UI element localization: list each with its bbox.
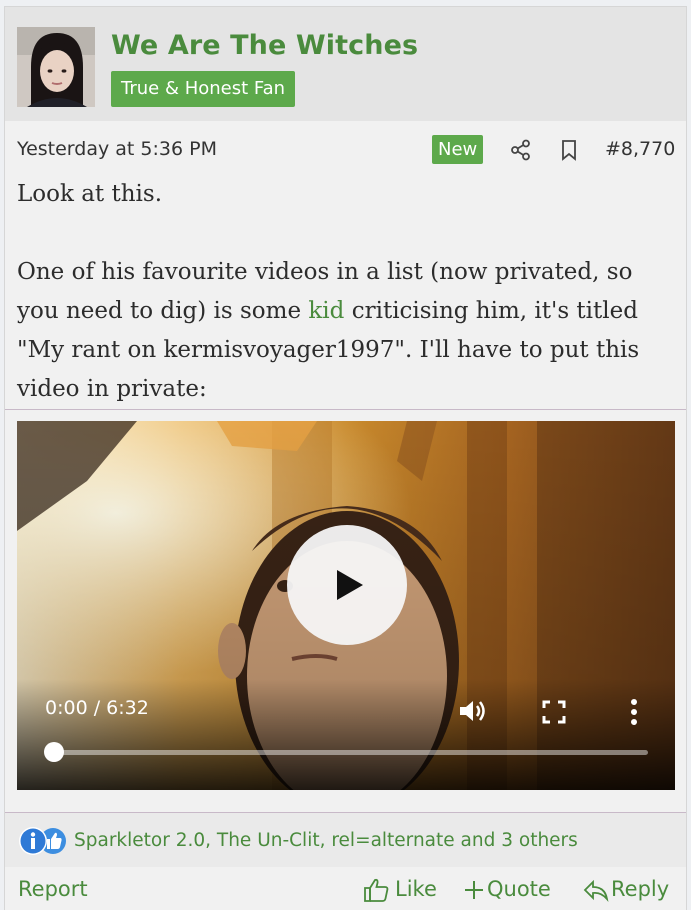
reaction-icons [17, 825, 69, 857]
thumbs-up-icon [364, 878, 389, 902]
progress-bar[interactable] [53, 750, 648, 755]
quote-label: Quote [487, 877, 551, 901]
report-link[interactable]: Report [18, 877, 88, 901]
username-link[interactable]: We Are The Witches [111, 30, 418, 61]
fullscreen-icon[interactable] [541, 699, 567, 725]
video-player[interactable]: 0:00 / 6:32 [17, 421, 675, 790]
new-badge: New [432, 135, 484, 164]
volume-icon[interactable] [458, 697, 490, 725]
like-button[interactable]: Like [363, 875, 443, 905]
quote-button[interactable]: Quote [463, 875, 563, 905]
post-meta: Yesterday at 5:36 PM New #8,770 [5, 121, 686, 177]
post-message: Look at this. One of his favourite video… [17, 175, 677, 409]
reply-icon [583, 879, 609, 903]
divider [5, 409, 686, 410]
avatar[interactable] [17, 27, 95, 107]
progress-handle[interactable] [44, 742, 64, 762]
post-number-link[interactable]: #8,770 [605, 138, 675, 160]
message-paragraph: One of his favourite videos in a list (n… [17, 259, 640, 402]
more-vertical-icon[interactable] [623, 697, 645, 727]
page: We Are The Witches True & Honest Fan Yes… [0, 0, 691, 910]
reply-button[interactable]: Reply [583, 875, 683, 905]
user-title-badge: True & Honest Fan [111, 71, 296, 107]
reactions-bar: Sparkletor 2.0, The Un-Clit, rel=alterna… [5, 813, 686, 867]
bookmark-icon[interactable] [557, 138, 581, 162]
video-time: 0:00 / 6:32 [45, 697, 149, 719]
plus-icon [465, 881, 483, 899]
share-icon[interactable] [509, 138, 533, 162]
post-date-link[interactable]: Yesterday at 5:36 PM [17, 138, 217, 160]
kid-link[interactable]: kid [308, 298, 344, 324]
reaction-users-link[interactable]: Sparkletor 2.0, The Un-Clit, rel=alterna… [74, 830, 578, 851]
post-footer: Report Like Quote Reply [5, 867, 686, 910]
like-label: Like [395, 877, 437, 901]
reply-label: Reply [611, 877, 670, 901]
message-line: Look at this. [17, 181, 163, 207]
user-header: We Are The Witches True & Honest Fan [5, 7, 686, 121]
forum-post: We Are The Witches True & Honest Fan Yes… [4, 6, 687, 910]
play-button[interactable] [287, 525, 407, 645]
play-icon [337, 570, 363, 600]
